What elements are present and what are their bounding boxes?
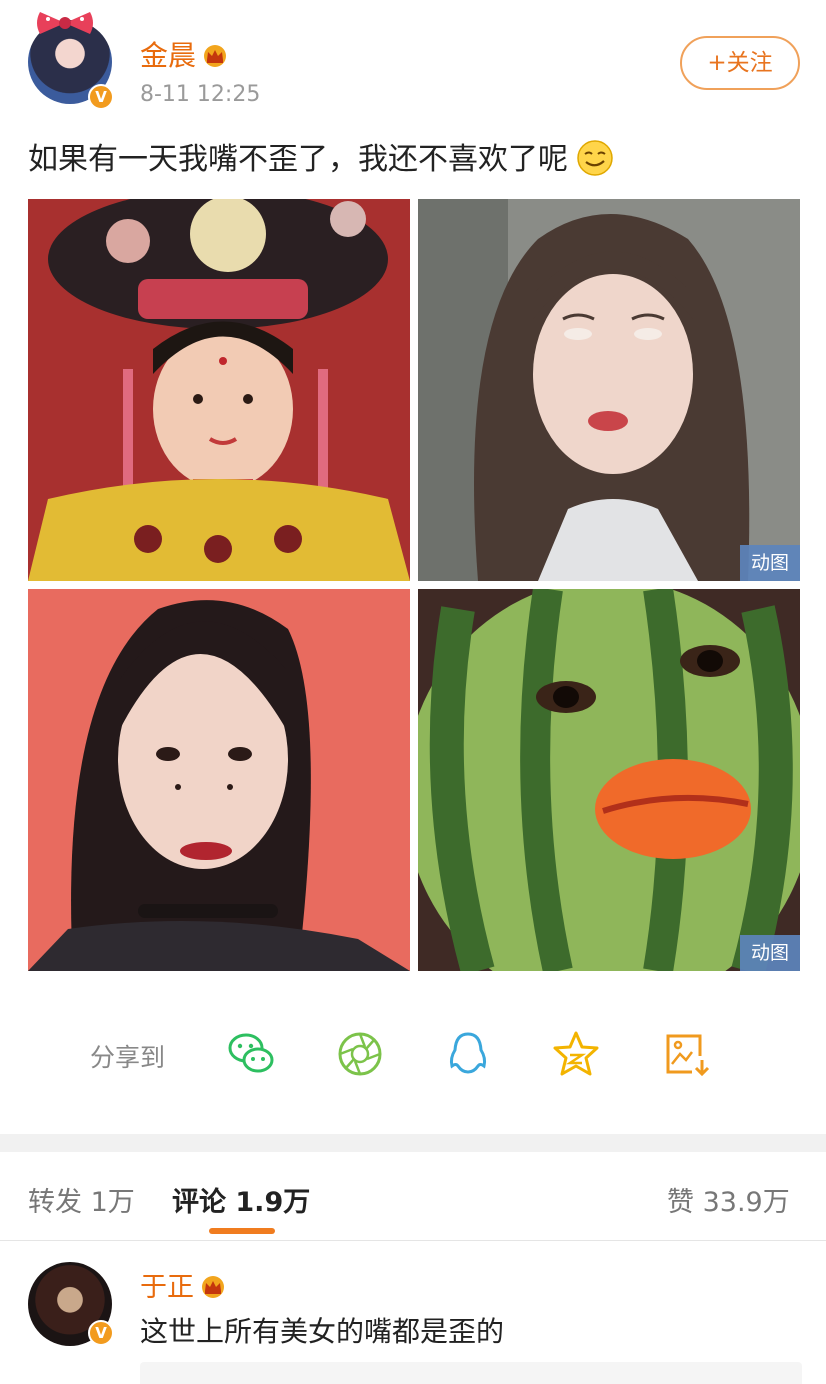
photo-2-art	[418, 199, 800, 581]
comment-author[interactable]: 于正	[140, 1265, 228, 1304]
gif-badge: 动图	[740, 545, 800, 581]
bow-decoration-icon	[37, 12, 93, 34]
moments-icon[interactable]	[336, 1030, 384, 1078]
share-to-label: 分享到	[90, 1043, 166, 1072]
tab-repost[interactable]: 转发 1万	[28, 1180, 135, 1219]
smirk-emoji-icon	[577, 140, 613, 176]
follow-button[interactable]: +关注	[680, 36, 800, 90]
save-image-icon[interactable]	[662, 1030, 710, 1078]
post-timestamp: 8-11 12:25	[140, 82, 261, 107]
qq-icon[interactable]	[444, 1030, 492, 1078]
tabs-divider	[0, 1240, 826, 1241]
post-author-name[interactable]: 金晨	[140, 34, 230, 74]
photo-3-art	[28, 589, 410, 971]
tab-like[interactable]: 赞 33.9万	[667, 1180, 790, 1219]
verified-badge-icon: V	[88, 84, 114, 110]
crown-icon	[202, 1276, 224, 1298]
comment-author-name[interactable]: 于正	[140, 1272, 194, 1303]
verified-badge-icon: V	[88, 1320, 114, 1346]
post-photo-1[interactable]	[28, 199, 410, 581]
photo-1-art	[28, 199, 410, 581]
post-text-content: 如果有一天我嘴不歪了，我还不喜欢了呢	[28, 142, 568, 177]
wechat-icon[interactable]	[227, 1030, 275, 1078]
photo-4-art	[418, 589, 800, 971]
post-text: 如果有一天我嘴不歪了，我还不喜欢了呢	[28, 134, 614, 178]
post-photo-3[interactable]	[28, 589, 410, 971]
qzone-icon[interactable]	[552, 1030, 600, 1078]
tab-comment[interactable]: 评论 1.9万	[172, 1180, 310, 1219]
comment-text: 这世上所有美女的嘴都是歪的	[140, 1315, 505, 1348]
author-name-text[interactable]: 金晨	[140, 39, 196, 72]
crown-icon	[204, 45, 227, 67]
post-photo-4[interactable]: 动图	[418, 589, 800, 971]
comment-replies-preview[interactable]	[140, 1362, 802, 1384]
post-photo-2[interactable]: 动图	[418, 199, 800, 581]
active-tab-indicator	[209, 1228, 275, 1234]
section-separator	[0, 1134, 826, 1152]
gif-badge: 动图	[740, 935, 800, 971]
